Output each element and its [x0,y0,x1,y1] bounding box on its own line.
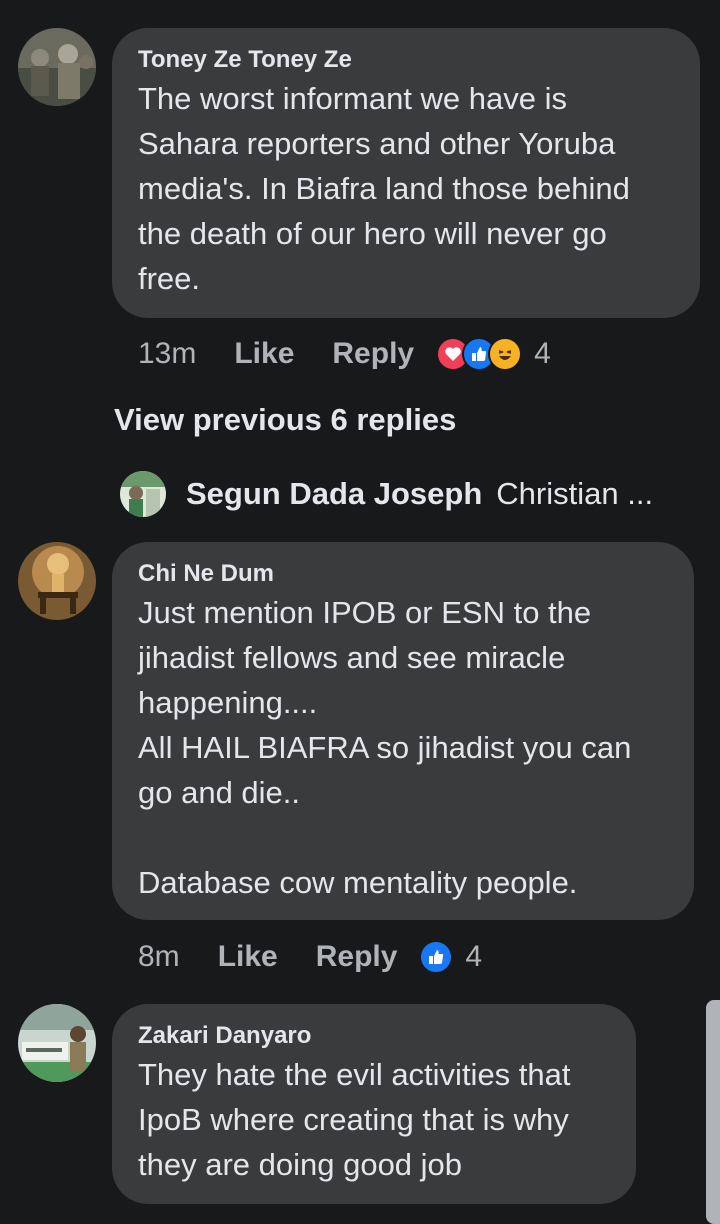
reaction-count[interactable]: 4 [465,940,482,974]
comment-actions: 8m Like Reply 4 [138,937,482,977]
reactions[interactable] [436,337,523,371]
comment-time[interactable]: 8m [138,940,180,974]
scrollbar[interactable] [706,1000,720,1224]
comment-bubble[interactable]: Toney Ze Toney Ze The worst informant we… [112,28,700,318]
comment-text: They hate the evil activities that IpoB … [138,1057,580,1182]
comment-author[interactable]: Chi Ne Dum [138,558,668,590]
reactions[interactable] [419,940,454,974]
reply-author[interactable]: Segun Dada Joseph [186,476,482,512]
comment-bubble[interactable]: Chi Ne Dum Just mention IPOB or ESN to t… [112,542,694,920]
comment-author[interactable]: Toney Ze Toney Ze [138,44,674,76]
avatar[interactable] [18,542,96,620]
haha-icon [488,337,523,371]
reaction-count[interactable]: 4 [534,337,551,371]
reply-preview[interactable]: Segun Dada Joseph Christian ... [120,470,653,518]
avatar[interactable] [18,28,96,106]
like-button[interactable]: Like [218,940,278,974]
comment-text: The worst informant we have is Sahara re… [138,81,639,296]
reply-button[interactable]: Reply [316,940,398,974]
reply-text: Christian ... [496,476,654,511]
comment-bubble[interactable]: Zakari Danyaro They hate the evil activi… [112,1004,636,1204]
like-icon [419,940,454,974]
comment-actions: 13m Like Reply 4 [138,334,551,374]
comment-text: Just mention IPOB or ESN to the jihadist… [138,595,632,900]
comment-time[interactable]: 13m [138,337,196,371]
reply-button[interactable]: Reply [332,337,414,371]
comment-author[interactable]: Zakari Danyaro [138,1020,610,1052]
avatar [120,471,166,517]
avatar[interactable] [18,1004,96,1082]
view-previous-replies-link[interactable]: View previous 6 replies [114,402,456,438]
like-button[interactable]: Like [234,337,294,371]
